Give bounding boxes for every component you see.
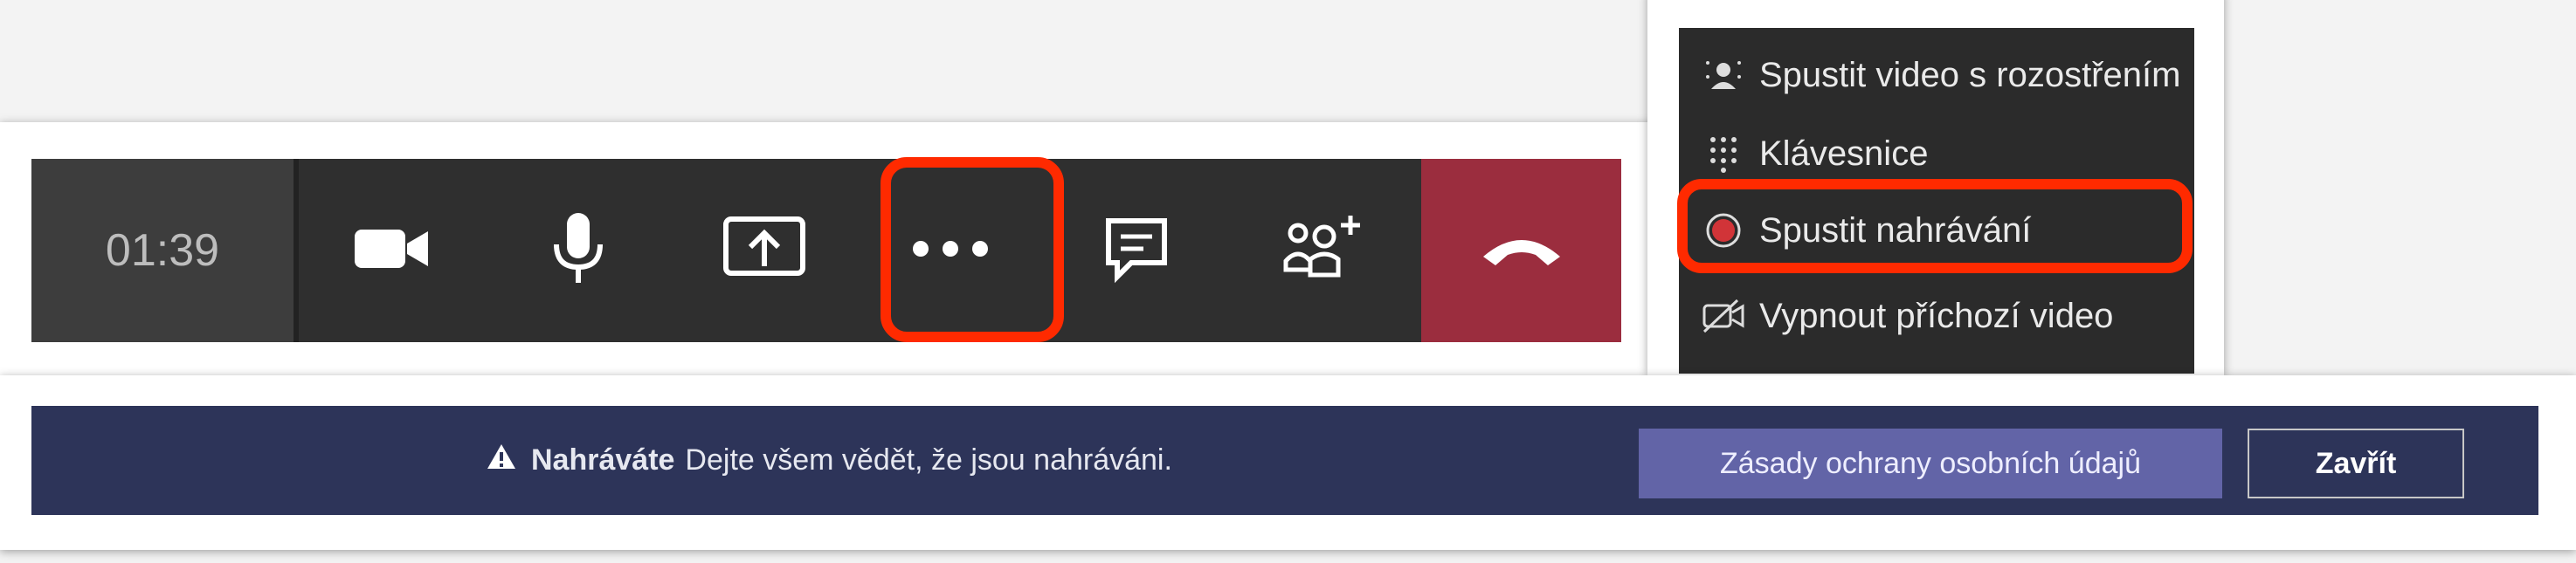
banner-text: Dejte všem vědět, že jsou nahráváni. <box>685 443 1172 477</box>
warning-icon <box>486 443 517 478</box>
video-off-icon <box>1693 299 1754 333</box>
chat-icon <box>1102 214 1171 288</box>
camera-button[interactable] <box>299 159 485 342</box>
menu-item-label: Spustit video s rozostřením <box>1759 55 2181 94</box>
banner-title: Nahráváte <box>531 443 675 477</box>
blur-background-icon <box>1693 58 1754 93</box>
camera-icon <box>353 223 432 279</box>
hang-up-button[interactable] <box>1421 159 1621 342</box>
recording-banner-panel: Nahráváte Dejte všem vědět, že jsou nahr… <box>0 375 2576 550</box>
recording-banner: Nahráváte Dejte všem vědět, že jsou nahr… <box>31 406 2538 515</box>
participants-icon <box>1281 212 1364 290</box>
share-screen-button[interactable] <box>671 159 857 342</box>
share-screen-icon <box>722 214 806 288</box>
hang-up-icon <box>1478 227 1565 275</box>
menu-item-turn-off-incoming-video[interactable]: Vypnout příchozí video <box>1679 278 2194 354</box>
privacy-policy-button[interactable]: Zásady ochrany osobních údajů <box>1639 429 2222 498</box>
close-button[interactable]: Zavřít <box>2248 429 2464 498</box>
participants-button[interactable] <box>1229 159 1415 342</box>
menu-item-label: Klávesnice <box>1759 134 1929 173</box>
menu-item-blur-video[interactable]: Spustit video s rozostřením <box>1679 37 2194 113</box>
start-recording-highlight <box>1677 179 2193 273</box>
microphone-icon <box>548 209 609 292</box>
more-options-highlight <box>881 157 1064 342</box>
chat-button[interactable] <box>1043 159 1229 342</box>
microphone-button[interactable] <box>485 159 671 342</box>
keypad-icon <box>1693 134 1754 173</box>
banner-message: Nahráváte Dejte všem vědět, že jsou nahr… <box>486 406 1172 515</box>
menu-item-label: Vypnout příchozí video <box>1759 296 2114 335</box>
call-controls-panel: 01:39 <box>0 122 1686 375</box>
call-timer: 01:39 <box>31 159 299 342</box>
call-control-bar: 01:39 <box>31 159 1621 342</box>
